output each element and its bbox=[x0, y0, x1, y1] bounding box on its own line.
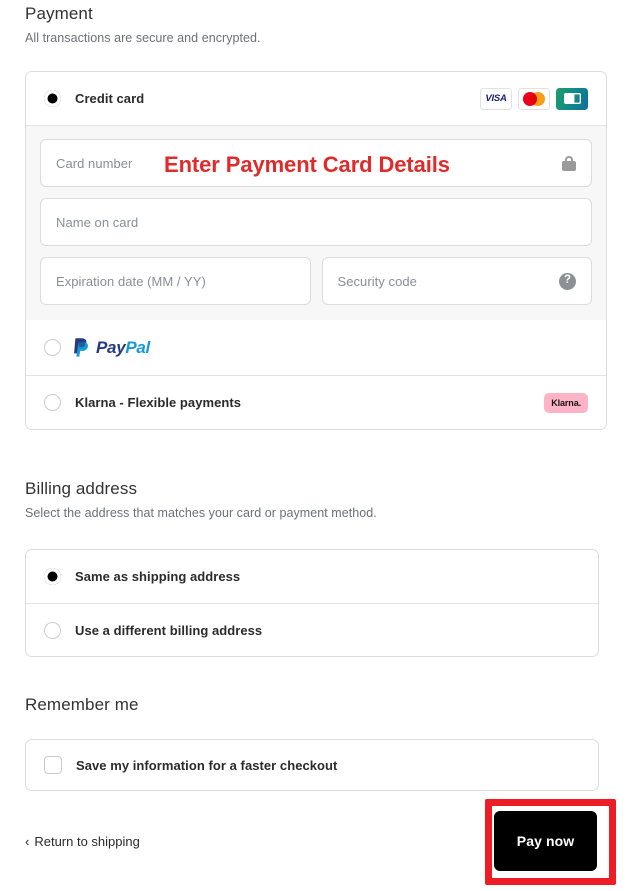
billing-options-panel: Same as shipping address Use a different… bbox=[25, 549, 599, 657]
billing-title: Billing address bbox=[25, 479, 138, 498]
card-number-placeholder: Card number bbox=[56, 155, 133, 171]
name-on-card-placeholder: Name on card bbox=[56, 214, 139, 230]
return-to-shipping-link[interactable]: ‹ Return to shipping bbox=[25, 834, 140, 849]
paypal-mark-icon bbox=[73, 337, 92, 358]
page-title: Payment bbox=[25, 4, 93, 23]
radio-paypal[interactable] bbox=[44, 339, 61, 356]
paypal-text-pay: Pay bbox=[96, 337, 126, 357]
billing-option-same-as-shipping[interactable]: Same as shipping address bbox=[26, 550, 598, 603]
lock-icon bbox=[562, 155, 576, 171]
payment-methods-panel: Credit card VISA Card number Name on car… bbox=[25, 71, 607, 430]
payment-method-paypal[interactable]: PayPal bbox=[26, 320, 606, 375]
expiration-date-field[interactable]: Expiration date (MM / YY) bbox=[40, 257, 311, 305]
remember-me-section: Remember me bbox=[25, 695, 607, 715]
remember-me-panel: Save my information for a faster checkou… bbox=[25, 739, 599, 791]
save-information-option[interactable]: Save my information for a faster checkou… bbox=[26, 740, 598, 790]
pay-now-button[interactable]: Pay now bbox=[494, 811, 597, 871]
remember-me-title: Remember me bbox=[25, 695, 139, 714]
radio-credit-card[interactable] bbox=[44, 90, 61, 107]
radio-different-billing-address[interactable] bbox=[44, 621, 61, 639]
billing-subtitle: Select the address that matches your car… bbox=[25, 506, 377, 520]
billing-option-different-address[interactable]: Use a different billing address bbox=[26, 603, 598, 656]
payment-section: Payment All transactions are secure and … bbox=[25, 4, 607, 45]
card-brand-icons: VISA bbox=[480, 87, 588, 110]
billing-section: Billing address Select the address that … bbox=[25, 479, 607, 520]
return-to-shipping-label: Return to shipping bbox=[34, 834, 140, 849]
mastercard-icon bbox=[518, 87, 550, 110]
klarna-badge-icon: Klarna. bbox=[544, 392, 588, 413]
visa-icon: VISA bbox=[480, 87, 512, 110]
security-code-field[interactable]: Security code ? bbox=[321, 257, 592, 305]
radio-klarna[interactable] bbox=[44, 394, 61, 411]
security-code-placeholder: Security code bbox=[337, 273, 417, 289]
billing-option-label: Same as shipping address bbox=[75, 569, 241, 584]
klarna-label: Klarna - Flexible payments bbox=[75, 395, 242, 410]
paypal-text-pal: Pal bbox=[125, 337, 150, 357]
cartes-bancaires-icon bbox=[556, 87, 588, 110]
radio-same-as-shipping[interactable] bbox=[44, 568, 61, 585]
payment-method-klarna[interactable]: Klarna - Flexible payments Klarna. bbox=[26, 375, 606, 429]
payment-subtitle: All transactions are secure and encrypte… bbox=[25, 31, 261, 45]
billing-option-label: Use a different billing address bbox=[75, 622, 263, 638]
save-information-label: Save my information for a faster checkou… bbox=[76, 757, 338, 773]
checkbox-save-information[interactable] bbox=[44, 756, 62, 774]
expiration-placeholder: Expiration date (MM / YY) bbox=[56, 273, 206, 289]
expiry-security-row: Expiration date (MM / YY) Security code … bbox=[40, 257, 592, 305]
name-on-card-field[interactable]: Name on card bbox=[40, 198, 592, 246]
help-icon[interactable]: ? bbox=[559, 272, 576, 290]
paypal-icon: PayPal bbox=[73, 337, 150, 358]
checkout-payment-page: Payment All transactions are secure and … bbox=[0, 0, 632, 891]
chevron-left-icon: ‹ bbox=[25, 834, 30, 849]
annotation-enter-card-details: Enter Payment Card Details bbox=[164, 152, 450, 177]
payment-method-label: Credit card bbox=[75, 91, 145, 106]
payment-method-credit-card[interactable]: Credit card VISA bbox=[26, 72, 606, 125]
